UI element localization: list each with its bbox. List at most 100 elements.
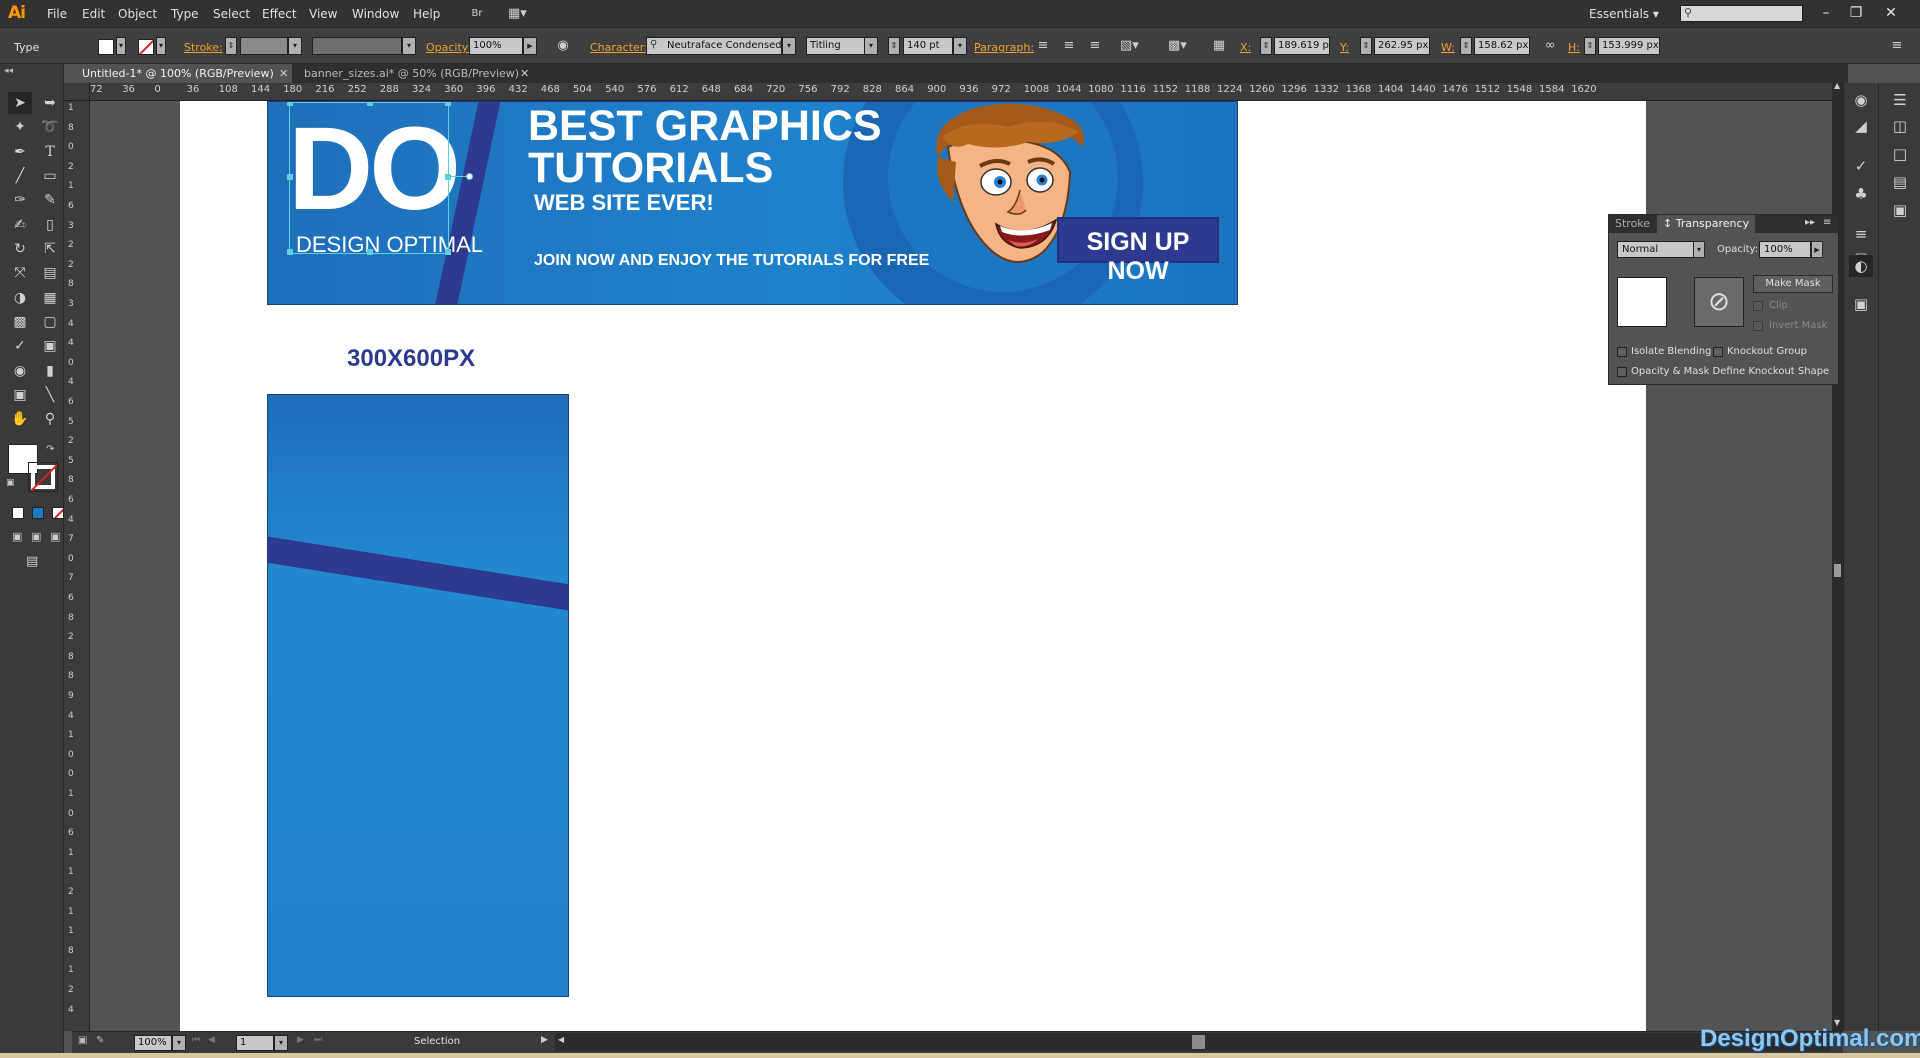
y-stepper[interactable]: ⇕	[1360, 37, 1372, 55]
symbols-panel-icon[interactable]: ♣	[1849, 183, 1873, 205]
save-status-icon[interactable]: ✎	[96, 1035, 104, 1046]
shape-builder-tool-icon[interactable]: ◑	[8, 287, 32, 309]
object-thumbnail[interactable]	[1617, 277, 1667, 327]
invert-mask-checkbox[interactable]	[1753, 321, 1763, 331]
font-style-dropdown[interactable]: ▾	[864, 37, 878, 55]
restore-icon[interactable]: ❐	[1845, 3, 1867, 23]
headline-line-1[interactable]: BEST GRAPHICS	[528, 104, 882, 148]
stroke-swatch[interactable]	[138, 39, 154, 55]
menu-select[interactable]: Select	[213, 7, 250, 21]
panel-opacity-field[interactable]: 100%	[1759, 241, 1811, 258]
cta-text[interactable]: JOIN NOW AND ENJOY THE TUTORIALS FOR FRE…	[534, 252, 929, 270]
selection-handle[interactable]	[287, 174, 293, 180]
artboard-nav-icon[interactable]: ▣	[78, 1035, 87, 1046]
stroke-dropdown[interactable]: ▾	[156, 37, 166, 55]
eyedropper-tool-icon[interactable]: ✓	[8, 335, 32, 357]
lasso-tool-icon[interactable]: ➰	[38, 116, 62, 138]
next-artboard-icon[interactable]: ▶	[297, 1035, 304, 1045]
fill-swatch[interactable]	[98, 39, 114, 55]
w-label[interactable]: W:	[1441, 41, 1455, 54]
collapse-toolbar-icon[interactable]: ◂◂	[4, 66, 13, 76]
stroke-weight-stepper[interactable]: ⇕	[225, 37, 237, 55]
tab-stroke[interactable]: Stroke	[1609, 215, 1656, 233]
first-artboard-icon[interactable]: ⏮	[192, 1035, 200, 1045]
x-stepper[interactable]: ⇕	[1260, 37, 1272, 55]
scale-tool-icon[interactable]: ⇱	[38, 238, 62, 260]
menu-type[interactable]: Type	[171, 7, 199, 21]
blend-mode-dropdown[interactable]: ▾	[1693, 241, 1705, 258]
selection-bounding-box[interactable]	[287, 102, 473, 255]
menu-file[interactable]: File	[47, 7, 67, 21]
font-family-field[interactable]: Neutraface Condensed	[646, 37, 782, 55]
w-stepper[interactable]: ⇕	[1460, 37, 1472, 55]
rectangle-tool-icon[interactable]: ▭	[38, 165, 62, 187]
color-panel-icon[interactable]: ◢	[1849, 115, 1873, 137]
horizontal-scroll-thumb[interactable]	[1192, 1035, 1205, 1049]
menu-window[interactable]: Window	[352, 7, 399, 21]
selection-handle[interactable]	[367, 102, 373, 106]
artboard-number-field[interactable]: 1	[236, 1035, 274, 1051]
layers-panel-icon[interactable]: ☰	[1888, 89, 1912, 111]
artboard-tool-icon[interactable]: ▣	[8, 384, 32, 406]
width-tool-icon[interactable]: ⤧	[8, 262, 32, 284]
constrain-proportions-icon[interactable]: ∞	[1541, 37, 1559, 55]
perspective-grid-tool-icon[interactable]: ▦	[38, 287, 62, 309]
stroke-weight-field[interactable]	[240, 37, 288, 55]
control-panel-menu-icon[interactable]: ≡	[1888, 37, 1906, 55]
eraser-tool-icon[interactable]: ▯	[38, 214, 62, 236]
opacity-mask-define-checkbox[interactable]	[1617, 367, 1627, 377]
x-label[interactable]: X:	[1240, 41, 1251, 54]
selection-handle[interactable]	[287, 249, 293, 255]
swap-fill-stroke-icon[interactable]: ↷	[46, 444, 54, 455]
minimize-icon[interactable]: –	[1815, 3, 1837, 23]
align-center-icon[interactable]: ≡	[1060, 37, 1078, 55]
headline-line-3[interactable]: WEB SITE EVER!	[534, 190, 714, 216]
y-field[interactable]: 262.95 px	[1374, 37, 1430, 55]
selection-handle[interactable]	[445, 249, 451, 255]
pencil-tool-icon[interactable]: ✎	[38, 189, 62, 211]
leaderboard-banner[interactable]: DO DESIGN OPTIMAL BEST GRAPHICS TUTORIAL…	[267, 101, 1238, 305]
selection-handle[interactable]	[287, 102, 293, 106]
variable-width-dropdown[interactable]: ▾	[402, 37, 416, 55]
draw-behind-icon[interactable]: ▣	[31, 530, 41, 543]
selection-tool-icon[interactable]: ➤	[8, 92, 32, 114]
variable-width-field[interactable]	[312, 37, 402, 55]
workspace-switcher[interactable]: Essentials ▾	[1589, 7, 1659, 21]
direct-selection-tool-icon[interactable]: ➥	[38, 92, 62, 114]
pen-tool-icon[interactable]: ✒	[8, 141, 32, 163]
blob-brush-tool-icon[interactable]: ✍	[8, 214, 32, 236]
transparency-panel-icon[interactable]: ◐	[1849, 255, 1873, 277]
type-tool-icon[interactable]: T	[38, 141, 62, 163]
magic-wand-tool-icon[interactable]: ✦	[8, 116, 32, 138]
paintbrush-tool-icon[interactable]: ✑	[8, 189, 32, 211]
draw-normal-icon[interactable]: ▣	[12, 530, 22, 543]
opacity-field[interactable]: 100%	[469, 37, 523, 55]
pathfinder-panel-icon[interactable]: ▣	[1888, 199, 1912, 221]
paragraph-label[interactable]: Paragraph:	[974, 41, 1034, 54]
panel-collapse-icon[interactable]: ▸▸	[1805, 217, 1815, 228]
color-mode-icon[interactable]	[12, 507, 24, 519]
h-label[interactable]: H:	[1568, 41, 1580, 54]
appearance-panel-icon[interactable]: ▣	[1849, 293, 1873, 315]
stroke-weight-dropdown[interactable]: ▾	[288, 37, 302, 55]
default-colors-icon[interactable]: ▣	[6, 478, 15, 488]
last-artboard-icon[interactable]: ⏭	[314, 1035, 322, 1045]
recolor-artwork-icon[interactable]: ◉	[554, 37, 572, 55]
stroke-panel-icon[interactable]: ≡	[1849, 223, 1873, 245]
stroke-color-box[interactable]	[28, 462, 58, 492]
half-page-banner[interactable]	[267, 394, 569, 997]
arrange-documents-icon[interactable]: ▦▾	[508, 5, 527, 23]
symbol-sprayer-tool-icon[interactable]: ◉	[8, 360, 32, 382]
menu-view[interactable]: View	[309, 7, 337, 21]
help-search-input[interactable]: ⚲	[1680, 5, 1803, 22]
w-field[interactable]: 158.62 px	[1474, 37, 1530, 55]
blend-mode-select[interactable]: Normal	[1617, 241, 1695, 258]
transform-panel-icon[interactable]: □	[1888, 143, 1912, 165]
text-thread-port[interactable]	[466, 173, 473, 180]
status-menu-arrow[interactable]: ▶	[541, 1035, 548, 1045]
bridge-icon[interactable]: Br	[468, 5, 486, 23]
current-tool-status[interactable]: Selection	[414, 1036, 460, 1047]
zoom-dropdown[interactable]: ▾	[172, 1035, 186, 1051]
reference-point-icon[interactable]: ▦	[1210, 37, 1228, 55]
canvas-pasteboard[interactable]: DO DESIGN OPTIMAL BEST GRAPHICS TUTORIAL…	[90, 101, 1832, 1031]
